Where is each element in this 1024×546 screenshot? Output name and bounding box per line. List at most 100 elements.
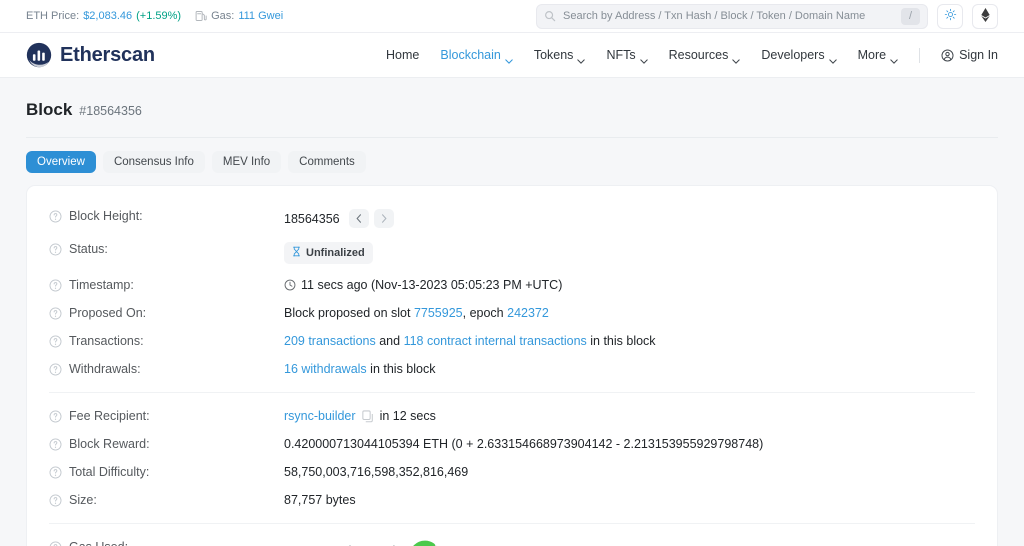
tab-comments[interactable]: Comments <box>288 151 366 173</box>
eth-price-value[interactable]: $2,083.46 <box>83 10 132 22</box>
transactions-and: and <box>379 334 401 348</box>
label-proposed-on: Proposed On: <box>49 306 284 320</box>
nav-label-more: More <box>857 48 887 62</box>
previous-block-button[interactable] <box>348 209 369 228</box>
search-input[interactable] <box>556 10 901 22</box>
nav-item-tokens[interactable]: Tokens <box>534 48 586 64</box>
chevron-down-icon <box>890 53 898 64</box>
gas-value[interactable]: 111 Gwei <box>238 10 283 22</box>
help-icon[interactable] <box>49 279 62 292</box>
help-icon[interactable] <box>49 243 62 256</box>
tab-bar: Overview Consensus Info MEV Info Comment… <box>0 138 1024 173</box>
label-size: Size: <box>49 493 284 507</box>
label-text-status: Status: <box>69 242 108 256</box>
row-status: Status: Unfinalized <box>27 235 997 271</box>
label-text-withdrawals: Withdrawals: <box>69 362 141 376</box>
nav-label-developers: Developers <box>761 48 825 62</box>
help-icon[interactable] <box>49 438 62 451</box>
help-icon[interactable] <box>49 363 62 376</box>
value-fee-recipient: rsync-builder in 12 secs <box>284 409 975 423</box>
gas-label: Gas: <box>211 10 235 22</box>
eth-price-group: ETH Price: $2,083.46 (+1.59%) <box>26 10 181 22</box>
row-size: Size: 87,757 bytes <box>27 486 997 514</box>
section-divider-2 <box>49 523 975 524</box>
help-icon[interactable] <box>49 307 62 320</box>
value-block-reward: 0.420000713044105394 ETH (0 + 2.63315466… <box>284 437 764 451</box>
value-status: Unfinalized <box>284 242 975 264</box>
gas-pump-icon <box>195 10 207 22</box>
row-gas-used: Gas Used: 20,753,412(69.18%) +38% Gas Ta… <box>27 533 997 546</box>
label-timestamp: Timestamp: <box>49 278 284 292</box>
brand-logo[interactable]: Etherscan <box>26 42 155 68</box>
help-icon[interactable] <box>49 210 62 223</box>
tab-label-mev-info: MEV Info <box>222 156 271 168</box>
chevron-down-icon <box>505 53 513 64</box>
theme-toggle-button[interactable] <box>937 3 963 29</box>
label-text-block-reward: Block Reward: <box>69 437 150 451</box>
transactions-suffix: in this block <box>590 334 656 348</box>
label-fee-recipient: Fee Recipient: <box>49 409 284 423</box>
sign-in-button[interactable]: Sign In <box>941 48 998 62</box>
user-circle-icon <box>941 48 954 62</box>
help-icon[interactable] <box>49 494 62 507</box>
block-height-number: 18564356 <box>284 211 340 226</box>
nav-label-resources: Resources <box>668 48 729 62</box>
help-icon[interactable] <box>49 466 62 479</box>
status-badge-label: Unfinalized <box>306 247 365 259</box>
eth-network-button[interactable] <box>972 3 998 29</box>
help-icon[interactable] <box>49 541 62 546</box>
value-timestamp: 11 secs ago (Nov-13-2023 05:05:23 PM +UT… <box>284 278 975 292</box>
epoch-link[interactable]: 242372 <box>507 306 549 320</box>
tab-overview[interactable]: Overview <box>26 151 96 173</box>
nav-item-home[interactable]: Home <box>386 48 419 62</box>
help-icon[interactable] <box>49 335 62 348</box>
internal-transactions-link[interactable]: 118 contract internal transactions <box>404 334 587 348</box>
label-text-size: Size: <box>69 493 97 507</box>
search-shortcut-badge: / <box>901 7 920 25</box>
topbar-stats: ETH Price: $2,083.46 (+1.59%) Gas: 111 G… <box>26 10 283 22</box>
label-block-height: Block Height: <box>49 209 284 223</box>
nav-item-nfts[interactable]: NFTs <box>606 48 648 64</box>
tab-label-consensus-info: Consensus Info <box>113 156 194 168</box>
page-title: Block <box>26 100 73 119</box>
row-transactions: Transactions: 209 transactions and 118 c… <box>27 327 997 355</box>
sign-in-label: Sign In <box>959 48 998 62</box>
nav-item-more[interactable]: More <box>857 48 898 64</box>
row-withdrawals: Withdrawals: 16 withdrawals in this bloc… <box>27 355 997 383</box>
search-bar[interactable]: / <box>536 3 928 29</box>
withdrawals-link[interactable]: 16 withdrawals <box>284 362 367 376</box>
gas-price-group: Gas: 111 Gwei <box>195 10 283 22</box>
proposed-on-prefix: Block proposed on slot <box>284 306 411 320</box>
eth-price-label: ETH Price: <box>26 10 80 22</box>
chevron-down-icon <box>639 53 648 64</box>
transactions-link[interactable]: 209 transactions <box>284 334 376 348</box>
tab-consensus-info[interactable]: Consensus Info <box>102 151 205 173</box>
label-text-fee-recipient: Fee Recipient: <box>69 409 150 423</box>
fee-recipient-link[interactable]: rsync-builder <box>284 409 356 423</box>
nav-item-blockchain[interactable]: Blockchain <box>440 48 513 64</box>
timestamp-text: 11 secs ago (Nov-13-2023 05:05:23 PM +UT… <box>301 278 563 292</box>
proposed-on-middle: , epoch <box>462 306 504 320</box>
help-icon[interactable] <box>49 410 62 423</box>
value-total-difficulty: 58,750,003,716,598,352,816,469 <box>284 465 469 479</box>
slot-link[interactable]: 7755925 <box>414 306 463 320</box>
nav-item-resources[interactable]: Resources <box>668 48 741 64</box>
value-size: 87,757 bytes <box>284 493 356 507</box>
label-text-total-difficulty: Total Difficulty: <box>69 465 150 479</box>
label-block-reward: Block Reward: <box>49 437 284 451</box>
label-status: Status: <box>49 242 284 256</box>
brand-name: Etherscan <box>60 43 155 66</box>
value-gas-used: 20,753,412(69.18%) +38% Gas Target <box>284 540 975 546</box>
sun-icon <box>944 8 957 24</box>
label-transactions: Transactions: <box>49 334 284 348</box>
next-block-button[interactable] <box>373 209 394 228</box>
nav-label-blockchain: Blockchain <box>440 48 501 62</box>
eth-price-change: (+1.59%) <box>136 10 182 22</box>
label-text-timestamp: Timestamp: <box>69 278 134 292</box>
value-block-height: 18564356 <box>284 209 975 228</box>
nav-item-developers[interactable]: Developers <box>761 48 837 64</box>
tab-mev-info[interactable]: MEV Info <box>211 151 282 173</box>
copy-icon[interactable] <box>361 409 374 423</box>
section-divider-1 <box>49 392 975 393</box>
value-transactions: 209 transactions and 118 contract intern… <box>284 334 975 348</box>
